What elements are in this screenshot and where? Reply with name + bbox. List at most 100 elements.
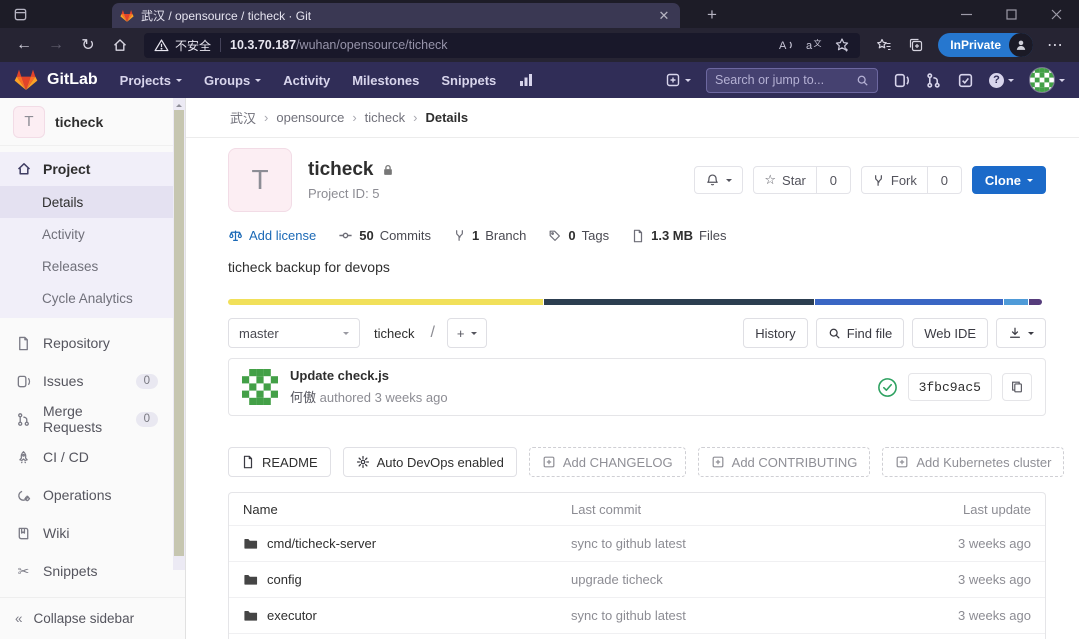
commit-message-link[interactable]: sync to github latest <box>571 536 901 551</box>
translate-button[interactable]: a文 <box>800 34 828 57</box>
sidebar-item-cicd[interactable]: CI / CD <box>0 438 185 476</box>
sidebar-item-merge-requests[interactable]: Merge Requests 0 <box>0 400 185 438</box>
add-box-icon <box>542 455 556 469</box>
browser-tab[interactable]: 武汉 / opensource / ticheck · Git ✕ <box>112 3 680 28</box>
tab-actions-menu-button[interactable] <box>9 4 31 24</box>
commit-message-link[interactable]: upgrade ticheck <box>571 572 901 587</box>
home-button[interactable] <box>104 31 136 59</box>
table-row[interactable]: cmd/ticheck-server sync to github latest… <box>229 525 1045 561</box>
file-name-link[interactable]: cmd/ticheck-server <box>267 536 376 551</box>
profile-avatar[interactable] <box>1009 33 1033 57</box>
add-kubernetes-button[interactable]: Add Kubernetes cluster <box>882 447 1064 477</box>
star-count[interactable]: 0 <box>817 166 851 194</box>
browser-menu-button[interactable]: ⋯ <box>1039 31 1071 59</box>
add-favorite-icon[interactable] <box>828 34 856 57</box>
analytics-chart-icon[interactable] <box>518 72 534 88</box>
files-stat[interactable]: 1.3 MB Files <box>631 228 726 243</box>
commit-author-avatar[interactable] <box>242 369 278 405</box>
sidebar-item-details[interactable]: Details <box>0 186 185 218</box>
fork-count[interactable]: 0 <box>928 166 962 194</box>
download-dropdown[interactable] <box>996 318 1046 348</box>
user-menu-button[interactable] <box>1029 67 1065 93</box>
add-file-dropdown[interactable]: + <box>447 318 487 348</box>
file-name-link[interactable]: config <box>267 572 302 587</box>
sidebar-project-context[interactable]: T ticheck <box>0 98 185 146</box>
sidebar-item-project[interactable]: Project <box>0 152 185 186</box>
maximize-button[interactable] <box>989 0 1034 28</box>
scroll-up-arrow[interactable] <box>176 101 182 107</box>
history-button[interactable]: History <box>743 318 807 348</box>
table-row[interactable]: executor sync to github latest 3 weeks a… <box>229 597 1045 633</box>
sidebar-item-repository[interactable]: Repository <box>0 324 185 362</box>
notifications-dropdown[interactable] <box>694 166 743 194</box>
merge-requests-nav-icon[interactable] <box>925 72 942 89</box>
scrollbar-thumb[interactable] <box>174 110 184 556</box>
table-row[interactable]: internal sync to github latest 3 weeks a… <box>229 633 1045 639</box>
nav-activity[interactable]: Activity <box>283 73 330 88</box>
read-aloud-button[interactable]: A <box>772 34 800 57</box>
commit-sha[interactable]: 3fbc9ac5 <box>908 373 992 401</box>
sidebar-item-label: Wiki <box>43 525 69 541</box>
breadcrumb-group[interactable]: 武汉 <box>230 108 256 127</box>
refresh-button[interactable]: ↻ <box>72 31 104 59</box>
nav-projects[interactable]: Projects <box>120 73 182 88</box>
sidebar-item-snippets[interactable]: ✂ Snippets <box>0 552 185 590</box>
branches-stat[interactable]: 1 Branch <box>453 228 526 243</box>
gitlab-logo[interactable] <box>14 68 38 92</box>
site-security[interactable]: 不安全 <box>154 37 211 54</box>
new-tab-button[interactable]: + <box>700 3 724 27</box>
breadcrumb-project[interactable]: ticheck <box>365 110 405 125</box>
branch-selector[interactable]: master <box>228 318 360 348</box>
find-file-button[interactable]: Find file <box>816 318 905 348</box>
commit-author-link[interactable]: 何傲 <box>290 390 316 405</box>
sidebar-scrollbar[interactable] <box>173 98 185 570</box>
add-contributing-button[interactable]: Add CONTRIBUTING <box>698 447 871 477</box>
web-ide-button[interactable]: Web IDE <box>912 318 988 348</box>
nav-groups[interactable]: Groups <box>204 73 261 88</box>
breadcrumb-subgroup[interactable]: opensource <box>276 110 344 125</box>
sidebar-item-cycle-analytics[interactable]: Cycle Analytics <box>0 282 185 314</box>
fork-button[interactable]: Fork <box>861 166 928 194</box>
pipeline-status-icon[interactable] <box>877 377 898 398</box>
auto-devops-button[interactable]: Auto DevOps enabled <box>343 447 517 477</box>
browser-window: 武汉 / opensource / ticheck · Git ✕ + ← → … <box>0 0 1079 639</box>
forward-button[interactable]: → <box>40 31 72 59</box>
favorites-bar-button[interactable] <box>868 31 900 59</box>
back-button[interactable]: ← <box>8 31 40 59</box>
svg-text:文: 文 <box>814 38 822 48</box>
collapse-sidebar-button[interactable]: « Collapse sidebar <box>0 597 185 639</box>
nav-milestones[interactable]: Milestones <box>352 73 419 88</box>
address-bar[interactable]: 不安全 10.3.70.187/wuhan/opensource/ticheck… <box>144 33 860 58</box>
sidebar-item-releases[interactable]: Releases <box>0 250 185 282</box>
help-menu-button[interactable]: ? <box>989 73 1014 88</box>
sidebar-item-operations[interactable]: Operations <box>0 476 185 514</box>
clone-button[interactable]: Clone <box>972 166 1046 194</box>
table-row[interactable]: config upgrade ticheck 3 weeks ago <box>229 561 1045 597</box>
commits-stat[interactable]: 50 Commits <box>338 228 431 243</box>
commit-title-link[interactable]: Update check.js <box>290 368 448 383</box>
collections-button[interactable] <box>900 31 932 59</box>
inprivate-badge[interactable]: InPrivate <box>938 33 1033 57</box>
gitlab-brand[interactable]: GitLab <box>47 71 98 89</box>
search-input[interactable] <box>715 73 856 87</box>
new-menu-button[interactable] <box>665 72 691 88</box>
file-name-link[interactable]: executor <box>267 608 317 623</box>
sidebar-item-wiki[interactable]: Wiki <box>0 514 185 552</box>
sidebar-item-issues[interactable]: Issues 0 <box>0 362 185 400</box>
global-search[interactable] <box>706 68 878 93</box>
add-license-link[interactable]: Add license <box>228 228 316 243</box>
minimize-button[interactable] <box>944 0 989 28</box>
close-window-button[interactable] <box>1034 0 1079 28</box>
tags-stat[interactable]: 0 Tags <box>548 228 609 243</box>
issues-nav-icon[interactable] <box>893 72 910 89</box>
tree-root-link[interactable]: ticheck <box>374 326 414 341</box>
copy-sha-button[interactable] <box>1002 373 1032 401</box>
readme-button[interactable]: README <box>228 447 331 477</box>
commit-message-link[interactable]: sync to github latest <box>571 608 901 623</box>
tab-close-icon[interactable]: ✕ <box>656 8 672 24</box>
todos-nav-icon[interactable] <box>957 72 974 89</box>
star-button[interactable]: ☆ Star <box>753 166 817 194</box>
sidebar-item-activity[interactable]: Activity <box>0 218 185 250</box>
nav-snippets[interactable]: Snippets <box>441 73 496 88</box>
add-changelog-button[interactable]: Add CHANGELOG <box>529 447 686 477</box>
